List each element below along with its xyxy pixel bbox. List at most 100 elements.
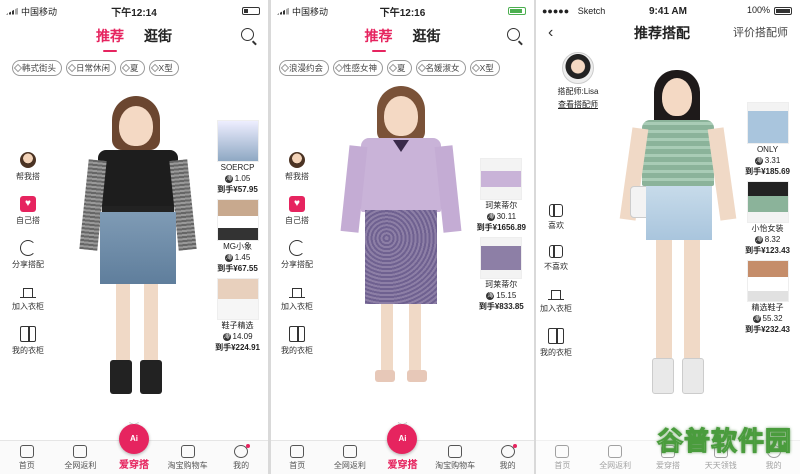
product-thumbnail	[216, 278, 259, 320]
bottom-nav: 首页 全网返利 Ai 爱穿搭 淘宝购物车 我的	[271, 424, 534, 474]
screen-3: ●●●●● Sketch 9:41 AM 100% ‹ 推荐搭配 评价搭配师 搭…	[536, 0, 800, 474]
product-item[interactable]: 精选鞋子 淘 55.32 到手¥232.43	[745, 260, 790, 335]
tab-browse[interactable]: 逛街	[413, 26, 441, 52]
product-item[interactable]: 小怡女装 淘 8.32 到手¥123.43	[745, 181, 790, 256]
like-button[interactable]: 喜欢	[536, 204, 580, 231]
view-stylist-link[interactable]: 查看搭配师	[558, 99, 598, 110]
nav-outfit[interactable]: Ai 爱穿搭	[110, 424, 158, 471]
stylist-name: 搭配师:Lisa	[557, 87, 599, 96]
hanger-icon	[20, 288, 36, 298]
tag-chip[interactable]: 日常休闲	[66, 60, 117, 76]
search-icon[interactable]	[241, 28, 254, 41]
tag-chip[interactable]: 夏	[120, 60, 145, 76]
tag-chip[interactable]: 韩式街头	[12, 60, 63, 76]
status-bar: 中国移动 下午12:14	[0, 0, 268, 22]
product-thumbnail	[746, 102, 789, 144]
tag-chip[interactable]: X型	[469, 60, 500, 76]
hanger-icon	[289, 288, 305, 298]
cart-icon	[448, 445, 463, 458]
nav-outfit[interactable]: Ai 爱穿搭	[378, 424, 426, 471]
add-to-wardrobe-button[interactable]: 加入衣柜	[4, 284, 52, 312]
wardrobe-icon	[20, 326, 36, 342]
thumbs-down-icon	[549, 245, 563, 258]
nav-home[interactable]: 首页	[3, 445, 51, 471]
tag-chip[interactable]: 性感女神	[333, 60, 384, 76]
add-to-wardrobe-button[interactable]: 加入衣柜	[273, 284, 321, 312]
nav-rebate[interactable]: 全网返利	[591, 445, 639, 471]
my-wardrobe-button[interactable]: 我的衣柜	[4, 326, 52, 356]
wardrobe-icon	[548, 328, 564, 344]
product-list: SOERCP 淘 1.05 到手¥57.95 MG小象 淘 1.45 到手¥67.5…	[215, 120, 260, 353]
status-bar: ●●●●● Sketch 9:41 AM 100%	[536, 0, 800, 22]
taobao-icon: 淘	[224, 254, 233, 262]
page-title: 推荐搭配	[634, 25, 690, 41]
stylist-card: 搭配师:Lisa 查看搭配师	[548, 52, 608, 110]
screen-2: 中国移动 下午12:16 推荐 逛街 浪漫约会 性感女神 夏 名媛淑女 X型 帮…	[271, 0, 534, 474]
heart-icon	[20, 196, 36, 212]
heart-icon	[289, 196, 305, 212]
bottom-nav: 首页 全网返利 Ai 爱穿搭 淘宝购物车 我的	[0, 424, 268, 474]
stylist-avatar[interactable]	[562, 52, 594, 84]
back-icon[interactable]: ‹	[548, 24, 553, 42]
product-item[interactable]: 珂莱蒂尔 淘 30.11 到手¥1656.89	[477, 158, 526, 233]
help-me-match-button[interactable]: 帮我搭	[4, 152, 52, 182]
self-match-button[interactable]: 自己搭	[273, 196, 321, 226]
taobao-icon: 淘	[224, 175, 233, 183]
product-list: ONLY 淘 3.31 到手¥185.69 小怡女装 淘 8.32 到手¥123.4…	[745, 102, 790, 335]
nav-cart[interactable]: 淘宝购物车	[164, 445, 212, 471]
my-wardrobe-button[interactable]: 我的衣柜	[273, 326, 321, 356]
taobao-icon: 淘	[754, 236, 763, 244]
nav-mine[interactable]: 我的	[484, 444, 532, 471]
profile-icon	[500, 444, 517, 458]
tag-chip[interactable]: 夏	[387, 60, 412, 76]
share-outfit-button[interactable]: 分享搭配	[4, 240, 52, 270]
nav-home[interactable]: 首页	[273, 445, 321, 471]
cart-icon	[180, 445, 195, 458]
taobao-icon: 淘	[222, 333, 231, 341]
tag-chips: 浪漫约会 性感女神 夏 名媛淑女 X型	[279, 60, 500, 76]
my-wardrobe-button[interactable]: 我的衣柜	[536, 328, 580, 358]
nav-home[interactable]: 首页	[538, 445, 586, 471]
product-item[interactable]: 鞋子精选 淘 14.09 到手¥224.91	[215, 278, 260, 353]
product-item[interactable]: 珂莱蒂尔 淘 15.15 到手¥833.85	[479, 237, 524, 312]
nav-rebate[interactable]: 全网返利	[56, 445, 104, 471]
product-item[interactable]: SOERCP 淘 1.05 到手¥57.95	[216, 120, 259, 195]
battery-icon	[508, 7, 526, 15]
dislike-button[interactable]: 不喜欢	[536, 245, 580, 272]
tab-recommend[interactable]: 推荐	[365, 26, 393, 52]
add-to-wardrobe-button[interactable]: 加入衣柜	[536, 286, 580, 314]
nav-rebate[interactable]: 全网返利	[326, 445, 374, 471]
rebate-icon	[608, 445, 623, 458]
tag-chip[interactable]: 浪漫约会	[279, 60, 330, 76]
self-match-button[interactable]: 自己搭	[4, 196, 52, 226]
battery-icon	[242, 7, 260, 15]
tag-chip[interactable]: 名媛淑女	[415, 60, 466, 76]
nav-mine[interactable]: 我的	[217, 444, 265, 471]
rebate-icon	[73, 445, 88, 458]
ai-icon: Ai	[118, 424, 149, 454]
search-icon[interactable]	[507, 28, 520, 41]
battery-percent: 100%	[746, 5, 770, 15]
product-thumbnail	[480, 158, 523, 200]
tab-browse[interactable]: 逛街	[144, 26, 172, 52]
model-figure	[78, 92, 198, 404]
taobao-icon: 淘	[752, 315, 761, 323]
avatar-icon	[289, 152, 305, 168]
home-icon	[19, 445, 34, 458]
nav-cart[interactable]: 淘宝购物车	[431, 445, 479, 471]
share-outfit-button[interactable]: 分享搭配	[273, 240, 321, 270]
tool-bar: 喜欢 不喜欢 加入衣柜 我的衣柜	[536, 204, 576, 358]
product-item[interactable]: ONLY 淘 3.31 到手¥185.69	[745, 102, 790, 177]
tag-chip[interactable]: X型	[148, 60, 179, 76]
product-thumbnail	[216, 120, 259, 162]
tool-bar: 帮我搭 自己搭 分享搭配 加入衣柜 我的衣柜	[8, 152, 48, 356]
taobao-icon: 淘	[486, 213, 495, 221]
top-tabs: 推荐 逛街	[0, 26, 268, 52]
help-me-match-button[interactable]: 帮我搭	[273, 152, 321, 182]
product-item[interactable]: MG小象 淘 1.45 到手¥67.55	[216, 199, 259, 274]
screen-1: 中国移动 下午12:14 推荐 逛街 韩式街头 日常休闲 夏 X型 帮我搭 自己…	[0, 0, 268, 474]
profile-icon	[234, 444, 251, 458]
tab-recommend[interactable]: 推荐	[96, 26, 124, 52]
tool-bar: 帮我搭 自己搭 分享搭配 加入衣柜 我的衣柜	[277, 152, 317, 356]
rate-stylist-link[interactable]: 评价搭配师	[733, 24, 788, 40]
